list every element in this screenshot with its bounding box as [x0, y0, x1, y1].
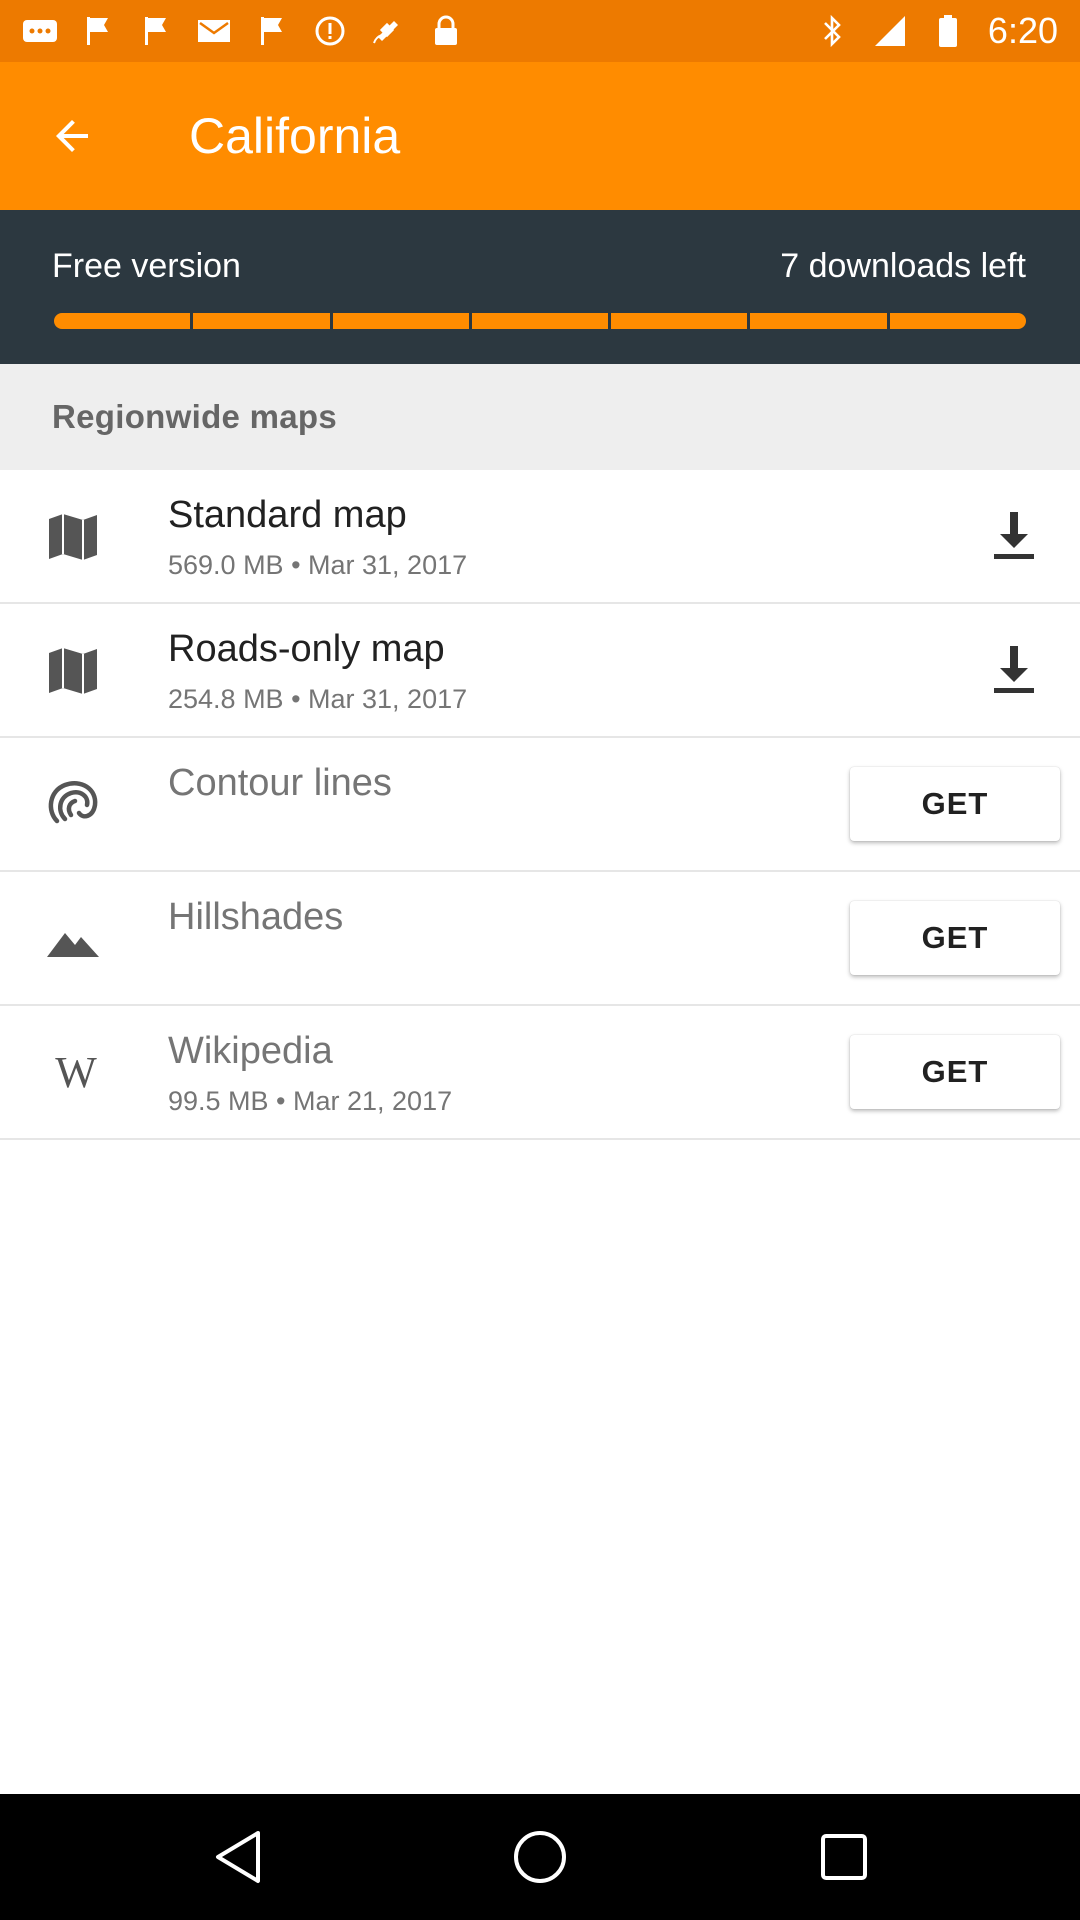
flag-icon [138, 13, 174, 49]
lock-icon [428, 13, 464, 49]
map-icon [42, 506, 104, 568]
progress-segment [611, 313, 748, 329]
alert-icon [312, 13, 348, 49]
get-button[interactable]: GET [850, 1035, 1060, 1109]
app-bar: California [0, 62, 1080, 210]
notification-icons [0, 13, 464, 49]
system-icons: 6:20 [814, 10, 1080, 52]
version-panel: Free version 7 downloads left [0, 210, 1080, 364]
item-title: Standard map [168, 494, 407, 536]
flag-icon [80, 13, 116, 49]
map-list: Standard map 569.0 MB • Mar 31, 2017 Roa… [0, 470, 1080, 1140]
signal-icon [872, 13, 908, 49]
back-button[interactable] [36, 100, 108, 172]
section-header: Regionwide maps [0, 364, 1080, 471]
download-icon [994, 512, 1034, 559]
item-subtitle: 569.0 MB • Mar 31, 2017 [168, 550, 468, 580]
recents-square-icon [821, 1834, 867, 1880]
clock: 6:20 [987, 10, 1058, 51]
download-icon [994, 646, 1034, 693]
item-subtitle: 254.8 MB • Mar 31, 2017 [168, 684, 468, 714]
list-item-contour-lines[interactable]: Contour lines GET [0, 738, 1080, 872]
download-button[interactable] [982, 638, 1046, 702]
progress-segment [889, 313, 1026, 329]
mountain-icon [42, 908, 104, 970]
status-bar: 6:20 [0, 0, 1080, 62]
item-subtitle: 99.5 MB • Mar 21, 2017 [168, 1086, 453, 1116]
progress-segment [332, 313, 469, 329]
back-arrow-icon [56, 120, 88, 152]
fake-gps-icon [370, 13, 406, 49]
nav-recents-button[interactable] [814, 1827, 874, 1887]
list-item-standard-map[interactable]: Standard map 569.0 MB • Mar 31, 2017 [0, 470, 1080, 604]
mail-icon [196, 13, 232, 49]
item-title: Roads-only map [168, 628, 445, 670]
progress-segment [193, 313, 330, 329]
version-label: Free version [52, 247, 241, 285]
nav-back-button[interactable] [208, 1827, 268, 1887]
list-item-hillshades[interactable]: Hillshades GET [0, 872, 1080, 1006]
get-button[interactable]: GET [850, 767, 1060, 841]
flag-icon [254, 13, 290, 49]
home-circle-icon [514, 1831, 566, 1883]
navigation-bar [0, 1794, 1080, 1920]
list-item-roads-only-map[interactable]: Roads-only map 254.8 MB • Mar 31, 2017 [0, 604, 1080, 738]
wikipedia-icon: W [42, 1042, 104, 1104]
section-title: Regionwide maps [52, 398, 338, 435]
downloads-progress-bar [54, 313, 1026, 329]
contour-icon [42, 774, 104, 836]
back-triangle-icon [216, 1831, 260, 1883]
page-title: California [189, 108, 401, 164]
download-button[interactable] [982, 504, 1046, 568]
item-title: Hillshades [168, 896, 344, 938]
battery-icon [930, 13, 966, 49]
more-dots-icon [22, 13, 58, 49]
list-item-wikipedia[interactable]: W Wikipedia 99.5 MB • Mar 21, 2017 GET [0, 1006, 1080, 1140]
wikipedia-logo-text: W [55, 1048, 96, 1097]
map-icon [42, 640, 104, 702]
progress-segment [471, 313, 609, 329]
bluetooth-icon [814, 13, 850, 49]
progress-segment [750, 313, 887, 329]
item-title: Wikipedia [168, 1030, 333, 1072]
nav-home-button[interactable] [510, 1827, 570, 1887]
get-button[interactable]: GET [850, 901, 1060, 975]
item-title: Contour lines [168, 762, 392, 804]
downloads-left-label: 7 downloads left [780, 247, 1026, 285]
progress-segment [54, 313, 191, 329]
